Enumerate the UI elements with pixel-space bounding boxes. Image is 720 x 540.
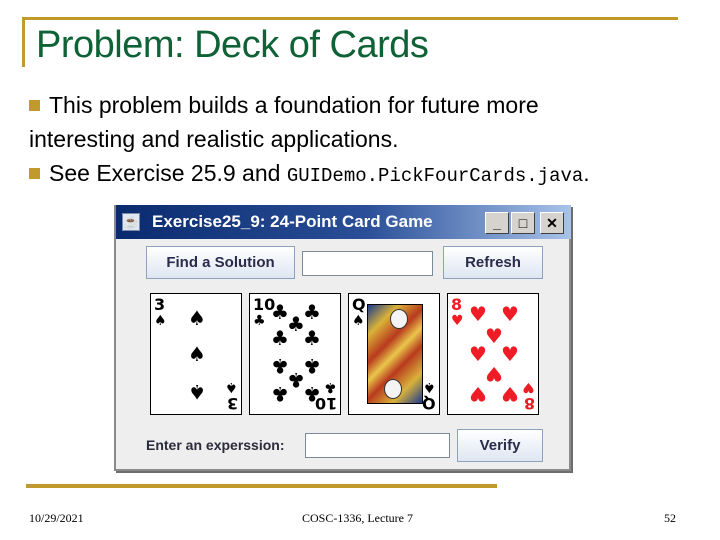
card-rank: 8 [523,394,535,413]
verify-button[interactable]: Verify [457,429,543,462]
heart-icon: ♥ [522,379,535,395]
card-8-hearts: 8 ♥ ♥ ♥ ♥ ♥ ♥ ♥ ♥ ♥ ♥ 8 [447,293,539,415]
spade-icon: ♠ [423,379,436,395]
slide-title: Problem: Deck of Cards [36,24,429,66]
bullet-item: This problem builds a foundation for fut… [29,88,709,122]
queen-face-artwork [367,304,423,404]
heart-icon: ♥ [501,302,519,326]
bullet-list: This problem builds a foundation for fut… [29,88,709,193]
club-icon: ♣ [253,313,266,329]
window-title: Exercise25_9: 24-Point Card Game [152,212,433,231]
bullet-square-icon [29,100,40,111]
title-frame-left-rule [22,17,25,67]
club-icon: ♣ [271,382,289,406]
card-10-clubs: 10 ♣ ♣ ♣ ♣ ♣ ♣ ♣ ♣ ♣ ♣ ♣ ♣ 10 [249,293,341,415]
spade-icon: ♠ [352,313,365,329]
window-titlebar[interactable]: ☕ Exercise25_9: 24-Point Card Game _ □ ✕ [116,205,571,239]
heart-icon: ♥ [469,382,487,406]
footer-rule-full [26,484,497,488]
card-3-spades: 3 ♠ ♠ ♠ ♠ ♠ 3 [150,293,242,415]
minimize-button[interactable]: _ [485,212,509,234]
heart-icon: ♥ [469,342,487,366]
spade-icon: ♠ [188,342,206,366]
heart-icon: ♥ [485,362,503,386]
close-button[interactable]: ✕ [540,212,564,234]
heart-icon: ♥ [501,342,519,366]
card-rank: 10 [314,394,337,413]
java-cup-icon[interactable]: ☕ [122,213,140,231]
heart-icon: ♥ [451,313,464,329]
footer-date: 10/29/2021 [29,511,84,525]
club-icon: ♣ [271,326,289,350]
spade-icon: ♠ [188,306,206,330]
heart-icon: ♥ [501,382,519,406]
maximize-button[interactable]: □ [511,212,535,234]
card-rank: 3 [226,394,238,413]
queen-head-icon [384,379,402,399]
club-icon: ♣ [324,379,337,395]
spade-icon: ♠ [225,379,238,395]
expression-label: Enter an experssion: [146,437,285,453]
solution-field[interactable] [302,251,433,276]
bullet-text: This problem builds a foundation for fut… [49,92,539,118]
card-rank: Q [422,394,436,413]
expression-field[interactable] [305,433,450,458]
card-rank: 3 [154,295,166,314]
app-window: ☕ Exercise25_9: 24-Point Card Game _ □ ✕… [114,205,571,471]
card-queen-spades: Q ♠ ♠ Q [348,293,440,415]
title-frame-top-rule [22,17,678,20]
queen-head-icon [390,309,408,329]
card-rank: 8 [451,295,463,314]
footer-page-number: 52 [664,511,676,525]
bullet-text: See Exercise 25.9 and [49,160,287,186]
heart-icon: ♥ [469,302,487,326]
bullet-item-continuation: interesting and realistic applications. [29,126,399,152]
spade-icon: ♠ [154,313,167,329]
club-icon: ♣ [303,326,321,350]
bullet-item: See Exercise 25.9 and GUIDemo.PickFourCa… [29,156,709,193]
find-solution-button[interactable]: Find a Solution [146,246,295,279]
code-filename: GUIDemo.PickFourCards.java [286,165,584,187]
bullet-square-icon [29,168,40,179]
refresh-button[interactable]: Refresh [443,246,543,279]
card-rank: Q [352,295,366,314]
spade-icon: ♠ [188,380,206,404]
footer-course: COSC-1336, Lecture 7 [302,511,413,525]
bullet-suffix: . [583,160,590,186]
